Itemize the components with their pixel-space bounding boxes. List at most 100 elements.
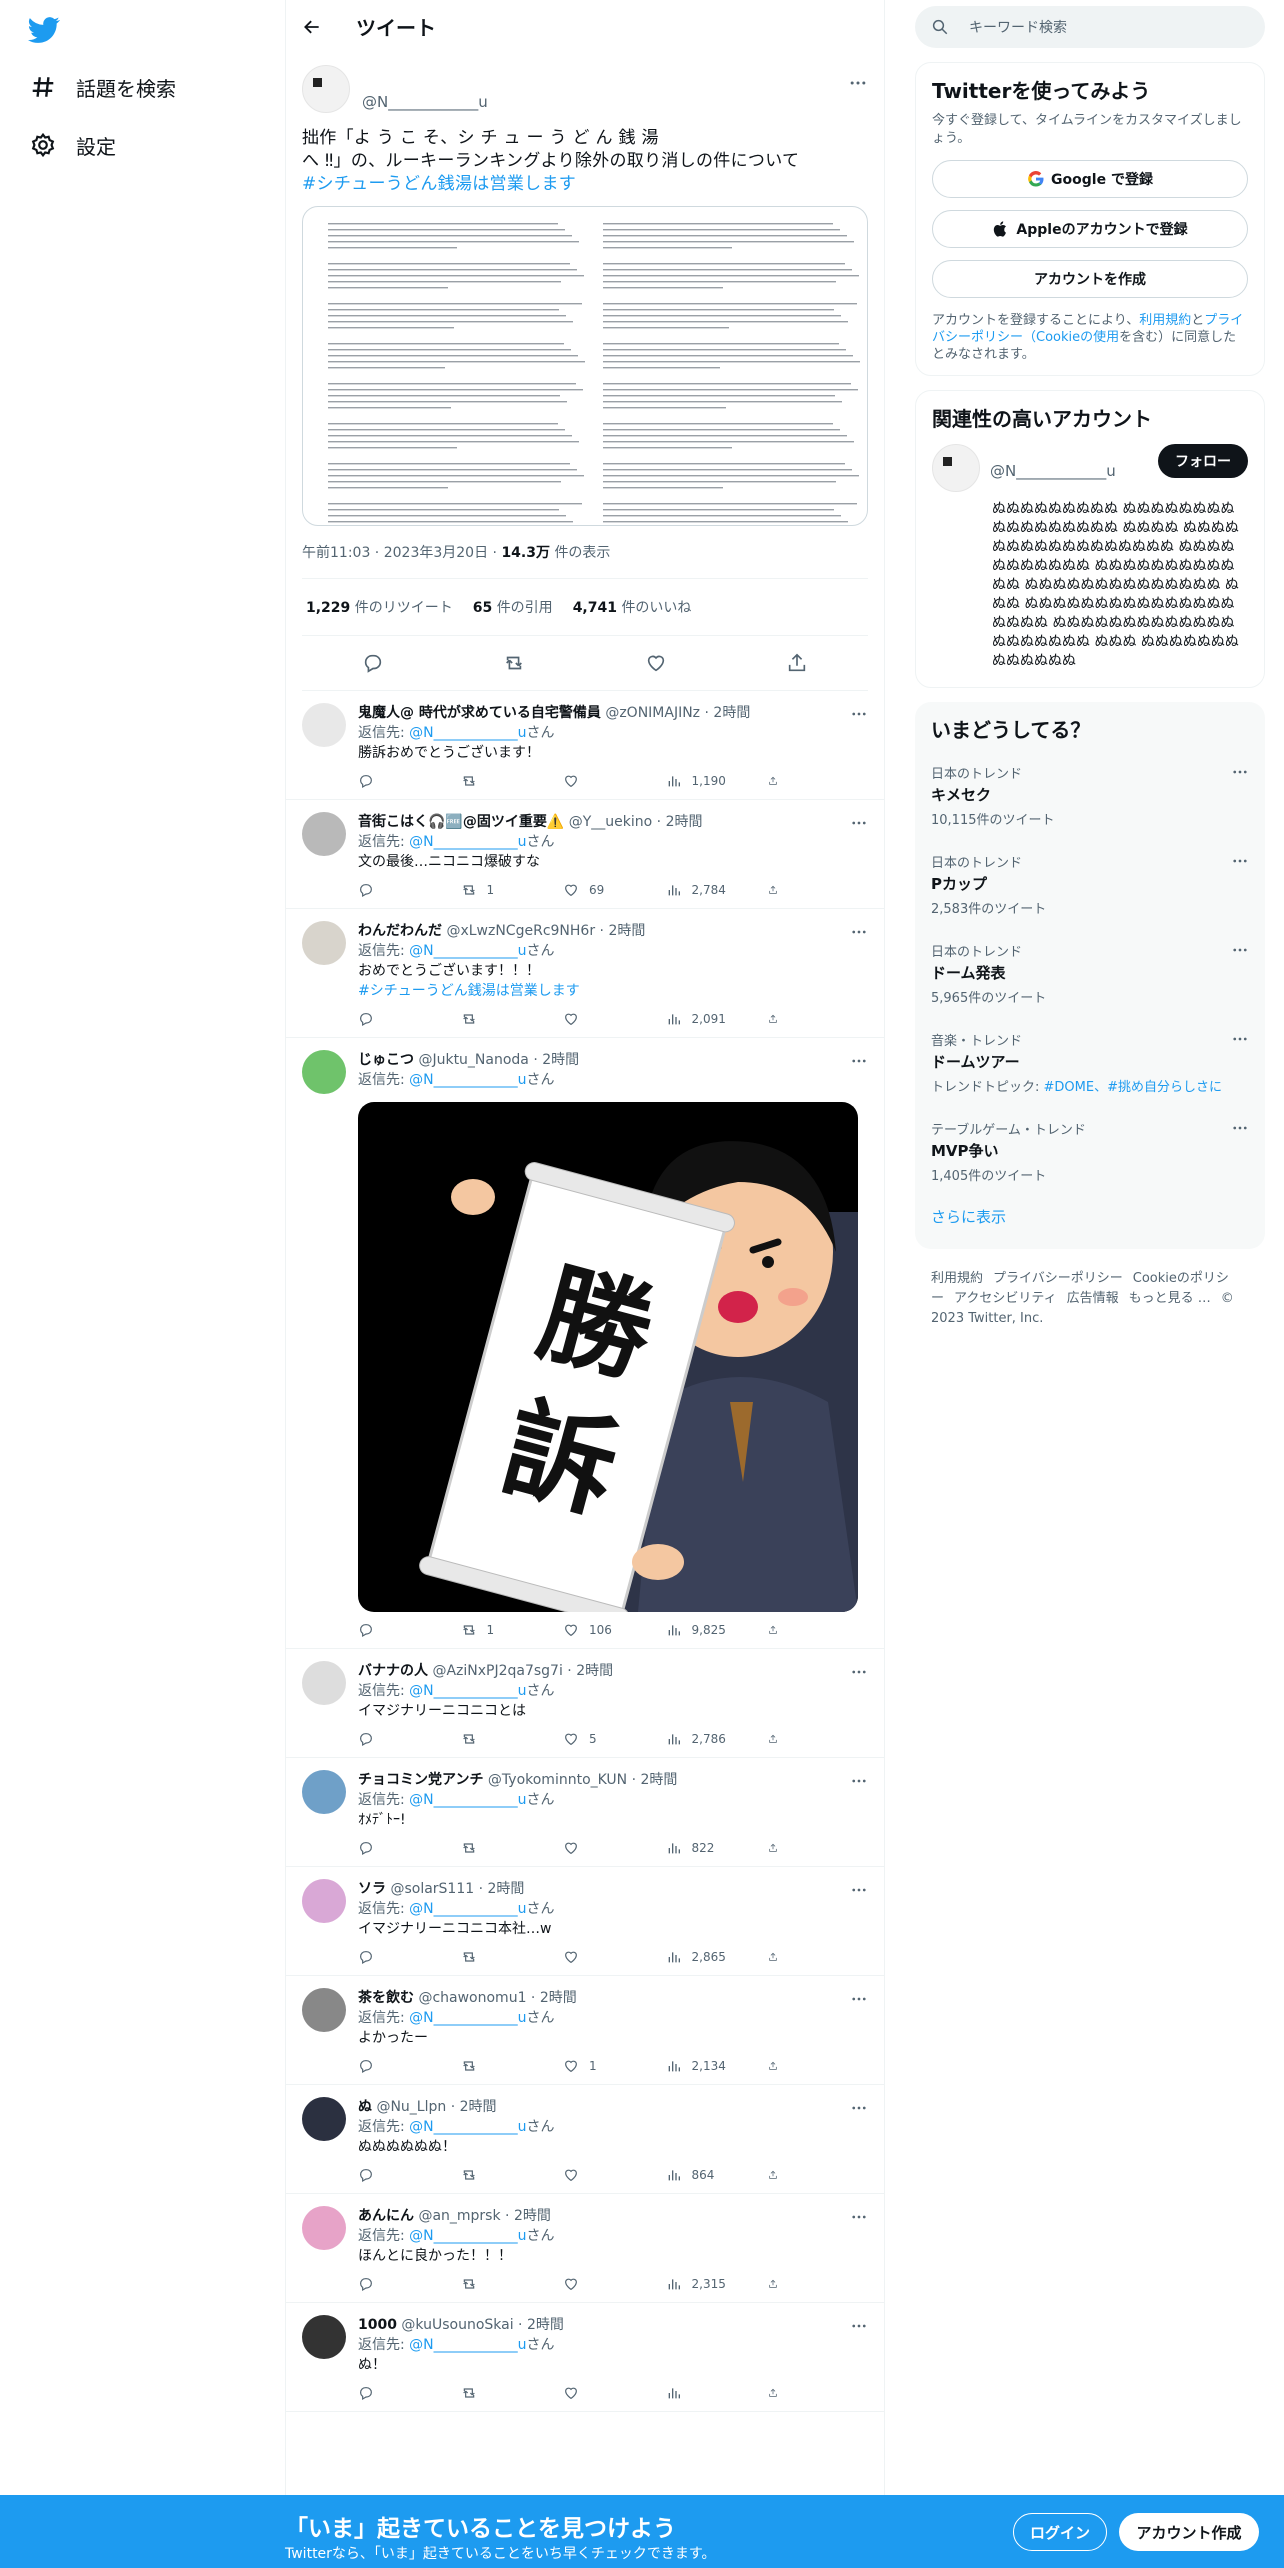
more-icon[interactable] xyxy=(850,1772,868,1790)
views-action[interactable]: 2,865 xyxy=(666,1949,756,1965)
reply-action[interactable] xyxy=(358,1949,448,1965)
reply-time[interactable]: 2時間 xyxy=(460,2099,497,2115)
more-icon[interactable] xyxy=(848,73,868,93)
more-icon[interactable] xyxy=(850,1663,868,1681)
apple-signup-button[interactable]: Appleのアカウントで登録 xyxy=(932,210,1248,248)
reply-time[interactable]: 2時間 xyxy=(608,923,645,939)
reply-icon[interactable] xyxy=(362,652,384,674)
reply-time[interactable]: 2時間 xyxy=(576,1663,613,1679)
retweet-action[interactable] xyxy=(461,2385,551,2401)
views-action[interactable]: 2,786 xyxy=(666,1731,756,1747)
reply-action[interactable] xyxy=(358,2058,448,2074)
nav-explore[interactable]: 話題を検索 xyxy=(30,72,176,102)
trend-item[interactable]: 日本のトレンド ドーム発表 5,965件のツイート xyxy=(915,929,1265,1018)
more-icon[interactable] xyxy=(1231,852,1249,870)
hashtag-link[interactable]: #シチューうどん銭湯は営業します xyxy=(358,981,868,1001)
views-action[interactable] xyxy=(666,2385,756,2401)
reply-author-handle[interactable]: @AziNxPJ2qa7sg7i xyxy=(432,1663,562,1679)
hashtag-link[interactable]: #シチューうどん銭湯は営業します xyxy=(302,173,868,196)
retweet-action[interactable] xyxy=(461,2058,551,2074)
search-bar[interactable]: キーワード検索 xyxy=(915,6,1265,48)
retweet-action[interactable]: 1 xyxy=(461,1622,551,1638)
reply-author-handle[interactable]: @kuUsounoSkai xyxy=(401,2317,513,2333)
more-icon[interactable] xyxy=(850,814,868,832)
views-action[interactable]: 1,190 xyxy=(666,773,756,789)
tweet-date[interactable]: 2023年3月20日 xyxy=(384,545,488,561)
reply-tweet[interactable]: わんだわんだ @xLwzNCgeRc9NH6r · 2時間 返信先: @N____… xyxy=(286,909,884,1038)
reply-tweet[interactable]: チョコミン党アンチ @Tyokominnto_KUN · 2時間 返信先: @N_… xyxy=(286,1758,884,1867)
like-action[interactable] xyxy=(563,1840,653,1856)
twitter-logo-icon[interactable] xyxy=(28,14,60,46)
views-action[interactable]: 2,091 xyxy=(666,1011,756,1027)
reply-time[interactable]: 2時間 xyxy=(641,1772,678,1788)
views-action[interactable]: 2,784 xyxy=(666,882,756,898)
document-image[interactable] xyxy=(302,206,868,526)
reply-to-handle[interactable]: @N____________u xyxy=(409,2228,526,2244)
reply-author-handle[interactable]: @Tyokominnto_KUN xyxy=(488,1772,627,1788)
reply-time[interactable]: 2時間 xyxy=(514,2208,551,2224)
tweet-time[interactable]: 午前11:03 xyxy=(302,545,370,561)
retweet-action[interactable]: 1 xyxy=(461,882,551,898)
avatar[interactable] xyxy=(302,1050,346,1094)
signup-button[interactable]: アカウント作成 xyxy=(1119,2513,1259,2551)
more-icon[interactable] xyxy=(850,2317,868,2335)
reply-author-name[interactable]: 茶を飲む xyxy=(358,1990,414,2006)
share-action[interactable] xyxy=(768,1011,788,1027)
reply-author-name[interactable]: あんにん xyxy=(358,2208,414,2224)
retweet-action[interactable] xyxy=(461,1731,551,1747)
more-icon[interactable] xyxy=(850,1881,868,1899)
share-action[interactable] xyxy=(768,882,788,898)
retweet-action[interactable] xyxy=(461,1840,551,1856)
reply-author-handle[interactable]: @Nu_Llpn xyxy=(376,2099,446,2115)
retweet-action[interactable] xyxy=(461,773,551,789)
share-action[interactable] xyxy=(768,1949,788,1965)
reply-author-name[interactable]: ソラ xyxy=(358,1881,386,1897)
more-icon[interactable] xyxy=(1231,1119,1249,1137)
nav-settings[interactable]: 設定 xyxy=(30,130,116,160)
avatar[interactable] xyxy=(302,1879,346,1923)
avatar[interactable] xyxy=(302,65,350,113)
like-action[interactable] xyxy=(563,2167,653,2183)
terms-link[interactable]: 利用規約 xyxy=(1139,313,1191,328)
reply-author-name[interactable]: バナナの人 xyxy=(358,1663,428,1679)
trend-item[interactable]: テーブルゲーム・トレンド MVP争い 1,405件のツイート xyxy=(915,1107,1265,1196)
reply-tweet[interactable]: 鬼魔人@ 時代が求めている自宅警備員 @zONIMAJINz · 2時間 返信先:… xyxy=(286,691,884,800)
share-action[interactable] xyxy=(768,2167,788,2183)
footer-link[interactable]: 利用規約 xyxy=(931,1271,983,1286)
retweet-action[interactable] xyxy=(461,1949,551,1965)
reply-action[interactable] xyxy=(358,882,448,898)
avatar[interactable] xyxy=(302,703,346,747)
views-action[interactable]: 2,134 xyxy=(666,2058,756,2074)
trend-topic-tags[interactable]: #DOME、#挑め自分らしさに xyxy=(1044,1080,1222,1095)
google-signup-button[interactable]: Google で登録 xyxy=(932,160,1248,198)
like-action[interactable]: 5 xyxy=(563,1731,653,1747)
reply-time[interactable]: 2時間 xyxy=(540,1990,577,2006)
avatar[interactable] xyxy=(932,444,980,492)
reply-tweet[interactable]: ぬ @Nu_Llpn · 2時間 返信先: @N____________uさん ぬぬ… xyxy=(286,2085,884,2194)
more-icon[interactable] xyxy=(850,705,868,723)
more-icon[interactable] xyxy=(850,1990,868,2008)
reply-action[interactable] xyxy=(358,773,448,789)
share-action[interactable] xyxy=(768,1840,788,1856)
reply-author-handle[interactable]: @xLwzNCgeRc9NH6r xyxy=(446,923,595,939)
trend-item[interactable]: 日本のトレンド Pカップ 2,583件のツイート xyxy=(915,840,1265,929)
create-account-button[interactable]: アカウントを作成 xyxy=(932,260,1248,298)
like-icon[interactable] xyxy=(645,652,667,674)
reply-author-handle[interactable]: @zONIMAJINz xyxy=(605,705,700,721)
more-icon[interactable] xyxy=(850,2208,868,2226)
reply-tweet[interactable]: 音街こはく🎧🆓@固ツイ重要⚠️ @Y__uekino · 2時間 返信先: @N_… xyxy=(286,800,884,909)
share-action[interactable] xyxy=(768,2385,788,2401)
reply-to-handle[interactable]: @N____________u xyxy=(409,1792,526,1808)
reply-action[interactable] xyxy=(358,2385,448,2401)
shouso-image[interactable]: 勝訴 xyxy=(358,1102,858,1612)
back-arrow-icon[interactable] xyxy=(302,17,322,37)
avatar[interactable] xyxy=(302,921,346,965)
avatar[interactable] xyxy=(302,2206,346,2250)
reply-to-handle[interactable]: @N____________u xyxy=(409,834,526,850)
reply-action[interactable] xyxy=(358,1622,448,1638)
reply-to-handle[interactable]: @N____________u xyxy=(409,1072,526,1088)
reply-action[interactable] xyxy=(358,1011,448,1027)
share-action[interactable] xyxy=(768,2058,788,2074)
quotes-stat[interactable]: 65 件の引用 xyxy=(473,597,553,617)
reply-author-handle[interactable]: @chawonomu1 xyxy=(418,1990,526,2006)
